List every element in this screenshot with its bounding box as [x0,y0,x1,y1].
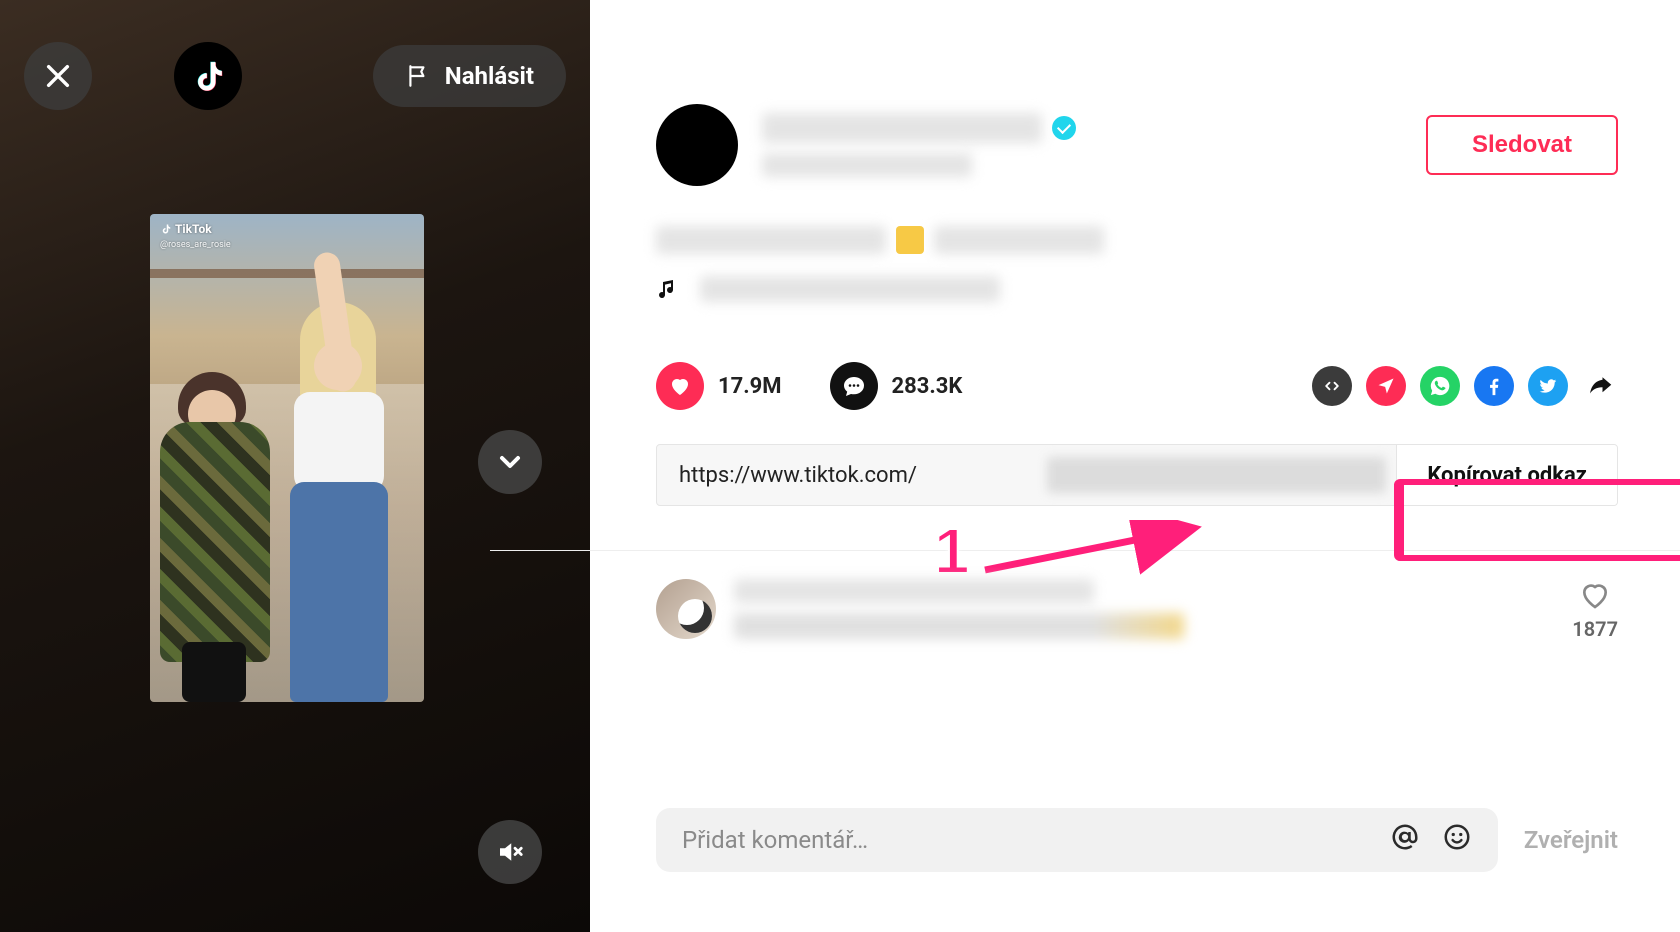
comment-input[interactable]: Přidat komentář… [656,808,1498,872]
share-link-row: https://www.tiktok.com/ Kopírovat odkaz [656,444,1618,506]
username-row[interactable] [762,113,1076,143]
video-top-bar: Nahlásit [24,42,566,110]
video-watermark: TikTok @roses_are_rosie [160,222,231,252]
comment-text-redacted [734,613,1184,639]
comment-body [734,579,1540,639]
comment-like-count: 1877 [1572,617,1618,641]
comment-stat[interactable]: 283.3K [830,362,963,410]
profile-header: Sledovat [590,0,1618,186]
watermark-brand: TikTok [175,222,212,236]
next-video-button[interactable] [478,430,542,494]
share-link-redacted [1047,457,1386,493]
report-label: Nahlásit [445,62,534,90]
stats-row: 17.9M 283.3K [656,362,1618,410]
sound-name-redacted [700,276,1000,302]
sound-row[interactable] [656,276,1618,302]
volume-mute-icon [495,837,525,867]
caption-part-1 [656,226,886,254]
chevron-down-icon [494,446,526,478]
music-note-icon [656,277,680,301]
share-link-visible: https://www.tiktok.com/ [679,463,917,488]
share-facebook-button[interactable] [1474,366,1514,406]
share-arrow-icon [1585,371,1615,401]
video-figure-1 [160,342,270,702]
verified-badge-icon [1052,116,1076,140]
embed-icon [1322,376,1342,396]
facebook-icon [1483,375,1505,397]
emoji-icon [896,226,924,254]
whatsapp-icon [1429,375,1451,397]
caption-part-2 [934,226,1104,254]
share-link-text[interactable]: https://www.tiktok.com/ [657,445,1396,505]
share-icons [1312,366,1618,406]
video-figure-2 [270,272,410,702]
report-button[interactable]: Nahlásit [373,45,566,107]
copy-link-button[interactable]: Kopírovat odkaz [1396,445,1617,505]
name-column [762,113,1076,177]
close-icon [42,60,74,92]
share-more-button[interactable] [1582,368,1618,404]
share-embed-button[interactable] [1312,366,1352,406]
watermark-handle: @roses_are_rosie [160,238,231,252]
mention-button[interactable] [1390,822,1420,859]
section-divider [490,550,1680,551]
video-player[interactable]: TikTok @roses_are_rosie [150,214,424,702]
username-redacted [762,113,1042,143]
at-icon [1390,822,1420,852]
comment-author-redacted [734,579,1094,603]
share-whatsapp-button[interactable] [1420,366,1460,406]
like-count: 17.9M [718,374,782,399]
share-send-button[interactable] [1366,366,1406,406]
post-comment-button[interactable]: Zveřejnit [1524,826,1618,854]
heart-outline-icon [1579,579,1611,611]
twitter-icon [1538,376,1558,396]
emoji-button[interactable] [1442,822,1472,859]
video-panel: Nahlásit TikTok @roses_are_rosie [0,0,590,932]
follow-button[interactable]: Sledovat [1426,115,1618,175]
tiktok-icon [189,57,227,95]
comment-like[interactable]: 1877 [1572,579,1618,641]
like-stat[interactable]: 17.9M [656,362,782,410]
send-icon [1376,376,1396,396]
avatar[interactable] [656,104,738,186]
share-twitter-button[interactable] [1528,366,1568,406]
flag-icon [405,63,431,89]
info-panel: Sledovat 17.9M 283.3K [590,0,1680,932]
compose-bar: Přidat komentář… Zveřejnit [656,808,1618,872]
mute-button[interactable] [478,820,542,884]
app-root: Nahlásit TikTok @roses_are_rosie [0,0,1680,932]
comment-avatar[interactable] [656,579,716,639]
tiktok-logo[interactable] [174,42,242,110]
comment-icon [830,362,878,410]
comment-item: 1877 [656,579,1618,641]
close-button[interactable] [24,42,92,110]
annotation-step-number: 1 [934,514,970,588]
heart-icon [656,362,704,410]
smile-icon [1442,822,1472,852]
video-caption [656,226,1618,254]
comment-placeholder: Přidat komentář… [682,826,868,854]
comment-count: 283.3K [892,374,963,399]
display-name-redacted [762,153,972,177]
